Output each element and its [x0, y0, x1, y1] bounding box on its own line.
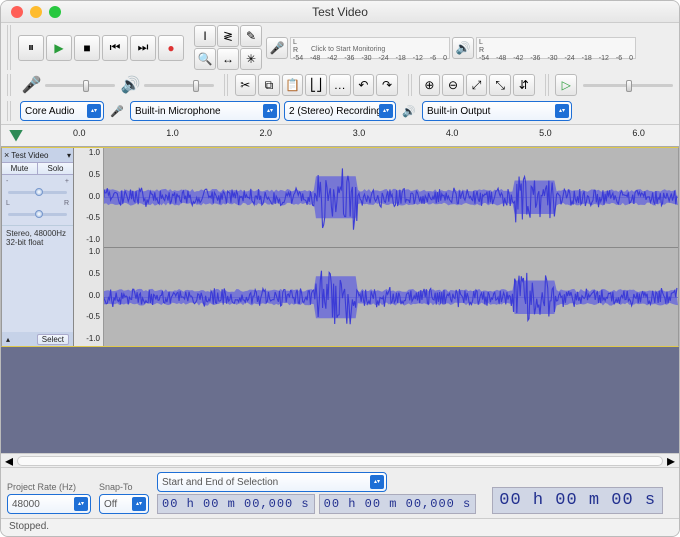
grip[interactable] [7, 74, 13, 96]
start-monitor-label[interactable]: Click to Start Monitoring [311, 46, 385, 53]
track-name[interactable]: Test Video [11, 151, 48, 160]
snap-label: Snap-To [99, 482, 149, 492]
redo-button[interactable]: ↷ [376, 74, 398, 96]
snap-select[interactable]: Off▴▾ [99, 494, 149, 514]
mic-icon[interactable]: 🎤 [266, 37, 288, 59]
multi-tool[interactable]: ✳ [240, 48, 262, 70]
horizontal-scrollbar[interactable]: ◂ ▸ [1, 453, 679, 467]
draw-tool[interactable]: ✎ [240, 25, 262, 47]
play-meter[interactable]: L R -54-48-42-36-30-24-18-12-60 [476, 37, 636, 59]
gain-slider[interactable] [8, 191, 67, 194]
grip[interactable] [7, 25, 13, 70]
vertical-scale[interactable]: 1.00.50.0-0.5-1.01.00.50.0-0.5-1.0 [74, 148, 104, 346]
cut-button[interactable]: ✂ [235, 74, 257, 96]
selection-mode-select[interactable]: Start and End of Selection▴▾ [157, 472, 387, 492]
fit-selection-button[interactable]: ⤢ [466, 74, 488, 96]
grip[interactable] [408, 74, 414, 96]
paste-button[interactable]: 📋 [282, 74, 304, 96]
record-volume-slider[interactable]: 🎤 [22, 75, 115, 95]
audio-track: ×Test Video▾ MuteSolo -+ LR Stereo, 4800… [1, 147, 679, 347]
meter-l-label: L [293, 39, 297, 47]
meter-l-label: L [479, 39, 483, 47]
playback-volume-slider[interactable]: 🔊 [121, 75, 214, 95]
stop-button[interactable]: ■ [74, 35, 100, 61]
close-track-button[interactable]: × [4, 150, 9, 160]
record-channels-select[interactable]: 2 (Stereo) Recording...▴▾ [284, 101, 396, 121]
track-menu-button[interactable]: ▾ [67, 151, 71, 160]
waveform-right[interactable] [104, 248, 678, 347]
fit-project-button[interactable]: ⤡ [489, 74, 511, 96]
grip[interactable] [7, 101, 13, 121]
track-select-button[interactable]: Select [37, 334, 69, 345]
solo-button[interactable]: Solo [38, 163, 73, 174]
waveform-left[interactable] [104, 148, 678, 248]
play-speed-slider[interactable] [583, 84, 673, 87]
record-button[interactable]: ● [158, 35, 184, 61]
mute-button[interactable]: Mute [2, 163, 38, 174]
play-region-button[interactable]: ▷ [555, 74, 577, 96]
collapse-button[interactable]: ▴ [6, 335, 10, 344]
timeline[interactable]: 0.01.02.03.04.05.06.0 [1, 125, 679, 147]
record-device-select[interactable]: Built-in Microphone▴▾ [130, 101, 280, 121]
grip[interactable] [545, 74, 551, 96]
play-button[interactable]: ▶ [46, 35, 72, 61]
copy-button[interactable]: ⧉ [258, 74, 280, 96]
selection-tool[interactable]: I [194, 25, 216, 47]
track-format: Stereo, 48000Hz [6, 229, 69, 238]
project-rate-label: Project Rate (Hz) [7, 482, 91, 492]
skip-start-button[interactable]: ⏮ [102, 35, 128, 61]
empty-track-area[interactable] [1, 347, 679, 453]
pan-slider[interactable] [8, 213, 67, 216]
timeshift-tool[interactable]: ↔ [217, 48, 239, 70]
titlebar: Test Video [1, 1, 679, 23]
trim-button[interactable]: ⎣⎦ [305, 74, 327, 96]
speaker-icon: 🔊 [400, 102, 418, 120]
zoom-in-button[interactable]: ⊕ [419, 74, 441, 96]
meter-r-label: R [293, 47, 298, 55]
speaker-icon[interactable]: 🔊 [452, 37, 474, 59]
zoom-out-button[interactable]: ⊖ [442, 74, 464, 96]
audio-host-select[interactable]: Core Audio▴▾ [20, 101, 104, 121]
silence-button[interactable]: … [329, 74, 351, 96]
timeline-pin[interactable] [1, 125, 73, 146]
selection-start-time[interactable]: 00 h 00 m 00,000 s [157, 494, 315, 514]
track-control-panel: ×Test Video▾ MuteSolo -+ LR Stereo, 4800… [2, 148, 74, 346]
status-bar: Stopped. [1, 518, 679, 536]
pause-button[interactable]: ⏸ [18, 35, 44, 61]
playback-device-select[interactable]: Built-in Output▴▾ [422, 101, 572, 121]
grip[interactable] [224, 74, 230, 96]
zoom-toggle-button[interactable]: ⇵ [513, 74, 535, 96]
record-meter[interactable]: L R Click to Start Monitoring -54-48-42-… [290, 37, 450, 59]
window-title: Test Video [1, 5, 679, 19]
mic-icon: 🎤 [108, 102, 126, 120]
skip-end-button[interactable]: ⏭ [130, 35, 156, 61]
meter-r-label: R [479, 47, 484, 55]
audio-position-time[interactable]: 00 h 00 m 00 s [492, 487, 663, 514]
undo-button[interactable]: ↶ [353, 74, 375, 96]
envelope-tool[interactable]: ≷ [217, 25, 239, 47]
zoom-tool[interactable]: 🔍 [194, 48, 216, 70]
project-rate-select[interactable]: 48000▴▾ [7, 494, 91, 514]
selection-end-time[interactable]: 00 h 00 m 00,000 s [319, 494, 477, 514]
track-depth: 32-bit float [6, 238, 69, 247]
